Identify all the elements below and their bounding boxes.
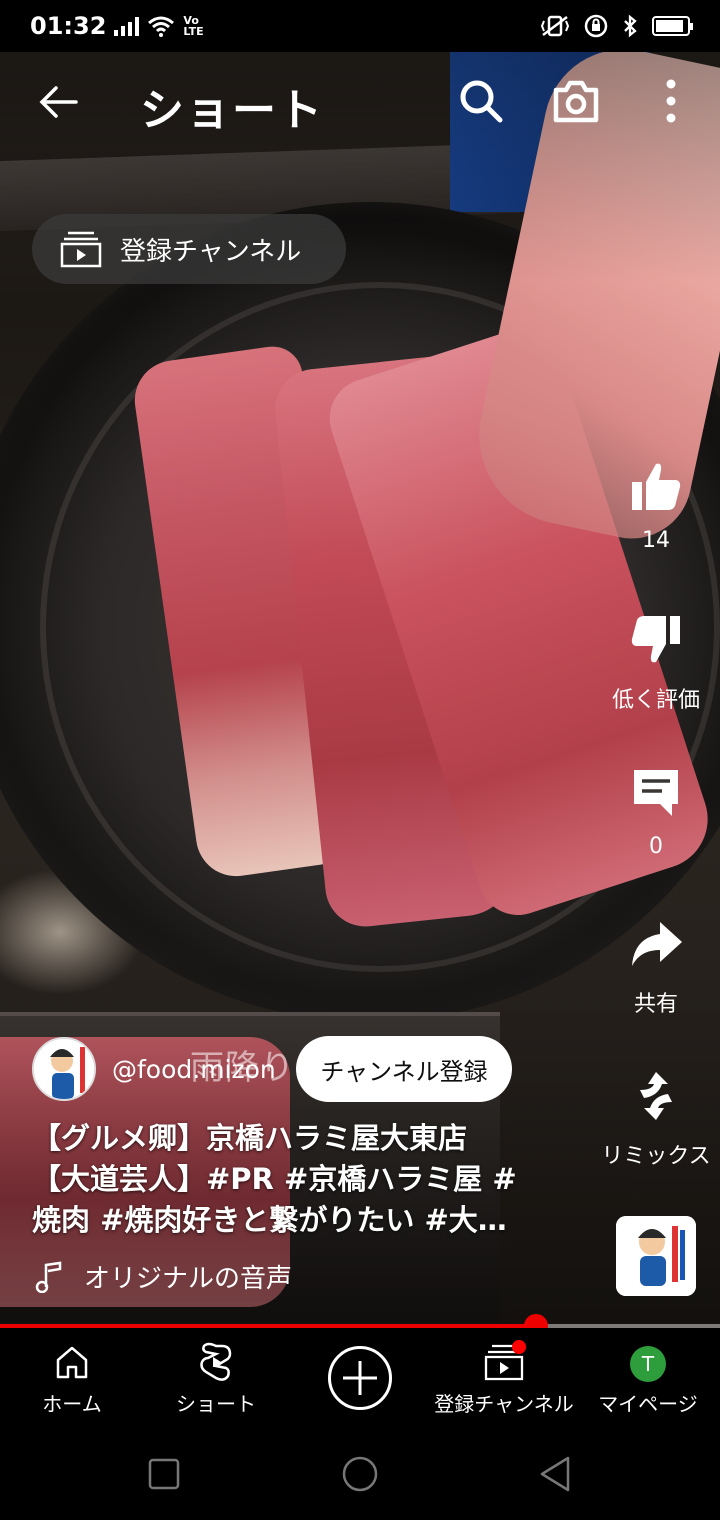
subscriptions-chip-label: 登録チャンネル [120,236,302,267]
sound-row[interactable]: オリジナルの音声 [34,1258,292,1295]
volte-bottom-text: LTE [183,25,204,38]
nav-shorts-label: ショート [176,1392,256,1416]
music-note-icon [35,1261,62,1293]
remix-label: リミックス [601,1144,711,1169]
user-avatar: T [630,1346,666,1382]
vibrate-icon [540,15,570,37]
nav-my-page-label: マイページ [598,1392,698,1416]
more-options-icon[interactable] [656,78,686,124]
top-bar: ショート [0,52,720,152]
channel-mascot-thumbnail [616,1216,696,1296]
sound-remix-thumbnail[interactable] [616,1216,696,1296]
volte-icon: Vo LTE [183,15,203,37]
nav-my-page[interactable]: T マイページ [576,1342,720,1417]
signal-icon [114,16,140,36]
home-icon [56,1346,88,1379]
sound-label: オリジナルの音声 [84,1264,293,1294]
subscriptions-chip[interactable]: 登録チャンネル [32,214,346,284]
nav-subscriptions-label: 登録チャンネル [434,1392,574,1416]
bluetooth-icon [624,14,637,38]
dislike-button[interactable]: 低く評価 [596,612,716,714]
battery-icon [652,16,693,36]
video-description[interactable]: 【グルメ卿】京橋ハラミ屋大東店 【大道芸人】#PR #京橋ハラミ屋 # 焼肉 #… [32,1118,572,1241]
nav-home-label: ホーム [42,1392,102,1416]
nav-home[interactable]: ホーム [0,1342,144,1417]
share-icon [632,922,682,966]
description-line: 【大道芸人】#PR #京橋ハラミ屋 # [32,1162,517,1196]
description-line: 焼肉 #焼肉好きと繋がりたい #大… [32,1203,507,1237]
subscriptions-icon [60,231,102,268]
comment-count: 0 [649,834,663,859]
subscriptions-notification-dot [512,1340,526,1354]
home-system-icon[interactable] [340,1454,380,1494]
thumbs-down-icon [631,616,680,663]
share-label: 共有 [633,992,678,1017]
page-title: ショート [140,85,324,136]
dislike-label: 低く評価 [611,688,700,713]
recents-icon[interactable] [144,1454,184,1494]
channel-handle[interactable]: @food.mizon [112,1055,276,1084]
channel-avatar[interactable] [32,1037,96,1101]
bottom-nav: ホーム ショート 登録チャンネル T マイページ [0,1328,720,1428]
channel-mascot-avatar [34,1039,94,1099]
like-count: 14 [642,528,670,553]
status-bar: 01:32 Vo LTE [0,0,720,52]
thumbs-up-icon [632,463,681,510]
nav-subscriptions[interactable]: 登録チャンネル [432,1340,576,1417]
remix-icon [640,1072,672,1120]
camera-icon[interactable] [552,78,600,124]
comment-icon [634,770,678,816]
share-button[interactable]: 共有 [596,916,716,1018]
status-time: 01:32 [30,12,107,40]
nav-shorts[interactable]: ショート [144,1342,288,1417]
back-arrow-icon[interactable] [36,80,80,124]
channel-row: @food.mizon [32,1036,276,1102]
system-nav-bar [0,1428,720,1520]
wifi-icon [148,16,175,37]
subscribe-button[interactable]: チャンネル登録 [296,1036,512,1102]
back-system-icon[interactable] [536,1454,576,1494]
create-button[interactable] [328,1346,392,1410]
battery-fill [656,20,683,32]
description-line: 【グルメ卿】京橋ハラミ屋大東店 [32,1121,468,1155]
remix-button[interactable]: リミックス [596,1068,716,1170]
lock-rotation-icon [584,14,608,38]
shorts-icon [200,1342,232,1381]
like-button[interactable]: 14 [596,458,716,553]
search-icon[interactable] [458,78,504,124]
comments-button[interactable]: 0 [596,764,716,859]
